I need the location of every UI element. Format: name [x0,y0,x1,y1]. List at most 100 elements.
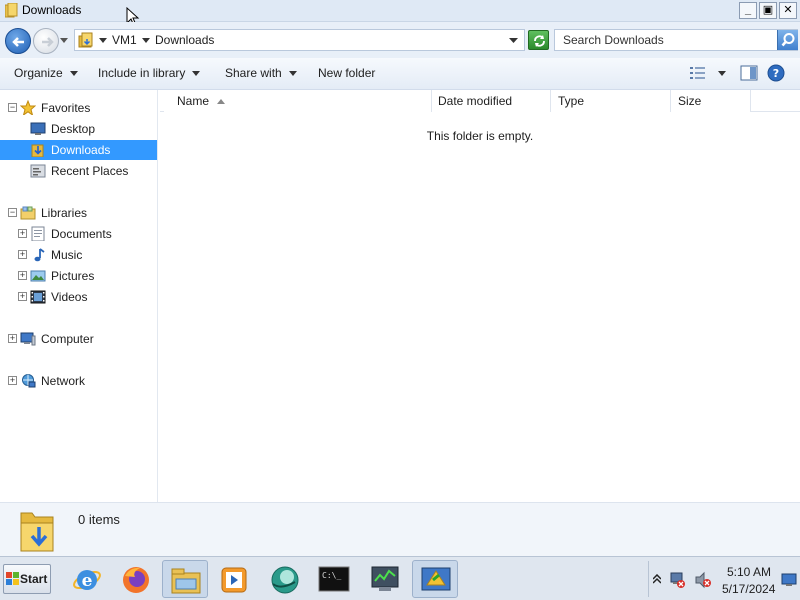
command-prompt-icon: C:\_ [318,566,350,592]
file-list-pane[interactable]: Name Date modified Type Size This folder… [160,90,800,502]
nav-desktop[interactable]: Desktop [0,119,158,139]
nav-network-label: Network [41,374,86,388]
taskbar-internet-explorer[interactable]: e [64,560,110,598]
view-options-chevron-icon[interactable] [718,71,726,77]
expand-icon[interactable]: + [8,334,17,343]
column-header-type[interactable]: Type [551,90,671,112]
address-field[interactable]: VM1 Downloads [74,29,525,51]
navigation-pane: − Favorites Desktop Downloads Recent Pla… [0,90,158,502]
nav-computer-label: Computer [41,332,94,346]
expand-icon[interactable]: + [18,229,27,238]
libraries-icon [20,206,36,220]
search-placeholder: Search Downloads [563,33,664,47]
item-count: 0 items [78,512,120,527]
refresh-icon [534,35,545,47]
taskbar-windows-explorer[interactable] [162,560,208,598]
search-icon [781,33,795,47]
taskbar: Start e C:\_ 5:10 AM 5/17/2024 [0,556,800,600]
expand-icon[interactable]: + [18,250,27,259]
windows-logo-icon [6,572,19,585]
collapse-icon[interactable]: − [8,208,17,217]
folder-icon [78,32,93,48]
refresh-button[interactable] [528,30,549,50]
forward-button[interactable] [33,28,59,54]
show-hidden-icons-icon[interactable] [653,574,661,584]
collapse-icon[interactable]: − [8,103,17,112]
network-disconnected-icon[interactable] [669,571,687,589]
nav-videos-label: Videos [51,290,88,304]
expand-icon[interactable]: + [18,271,27,280]
media-player-icon [221,567,247,593]
globe-app-icon [271,566,299,594]
taskbar-network-app[interactable] [262,560,308,598]
network-icon [22,374,36,388]
internet-explorer-icon: e [73,570,101,591]
minimize-button[interactable]: _ [739,2,757,19]
chevron-down-icon[interactable] [99,38,107,44]
share-with-button[interactable]: Share with [225,66,297,80]
clock-time[interactable]: 5:10 AM [727,565,771,579]
help-icon[interactable]: ? [767,64,785,82]
taskbar-control-panel[interactable] [412,560,458,598]
expand-icon[interactable]: + [8,376,17,385]
column-header-name[interactable]: Name [164,90,432,112]
window-title: Downloads [22,3,82,17]
recent-pages-chevron-icon[interactable] [60,38,68,44]
search-button[interactable] [777,30,798,50]
start-button[interactable]: Start [3,564,51,594]
volume-muted-icon[interactable] [694,571,712,589]
details-pane: 0 items [0,502,800,556]
nav-network[interactable]: + Network [0,371,158,391]
nav-downloads-label: Downloads [51,143,111,157]
new-folder-label: New folder [318,66,376,80]
clock-date[interactable]: 5/17/2024 [722,582,775,596]
chevron-down-icon [288,71,297,77]
firefox-icon [123,567,149,593]
address-history-chevron-icon[interactable] [509,38,518,44]
taskbar-firefox[interactable] [113,560,159,598]
title-bar[interactable]: Downloads _ ▣ ✕ [0,0,800,27]
nav-libraries[interactable]: − Libraries [0,203,158,223]
change-view-icon[interactable] [689,66,707,80]
maximize-button[interactable]: ▣ [759,2,777,19]
back-arrow-icon [12,37,24,47]
svg-text:?: ? [773,67,779,80]
computer-icon [20,332,36,346]
empty-folder-message: This folder is empty. [426,129,534,143]
expand-icon[interactable]: + [18,292,27,301]
taskbar-task-manager[interactable] [362,560,408,598]
column-header-size[interactable]: Size [671,90,751,112]
nav-pictures[interactable]: + Pictures [0,266,158,286]
nav-music[interactable]: + Music [0,245,158,265]
taskbar-media-player[interactable] [211,560,257,598]
breadcrumb-chevron-icon[interactable] [142,38,150,44]
breadcrumb-vm1[interactable]: VM1 [112,33,137,47]
nav-computer[interactable]: + Computer [0,329,158,349]
include-in-library-button[interactable]: Include in library [98,66,201,80]
back-button[interactable] [5,28,31,54]
preview-pane-icon[interactable] [740,65,758,81]
downloads-folder-icon [31,144,44,157]
close-button[interactable]: ✕ [779,2,797,19]
column-header-date-modified[interactable]: Date modified [432,90,551,112]
breadcrumb-downloads[interactable]: Downloads [155,33,214,47]
chevron-down-icon [192,71,201,77]
nav-downloads[interactable]: Downloads [0,140,157,160]
videos-icon [30,290,46,304]
nav-favorites-label: Favorites [41,101,91,115]
nav-recent-places[interactable]: Recent Places [0,161,158,181]
share-with-label: Share with [225,66,282,80]
control-panel-icon [421,567,451,591]
column-type-label: Type [558,94,585,108]
nav-favorites[interactable]: − Favorites [0,98,158,118]
nav-documents[interactable]: + Documents [0,224,158,244]
organize-button[interactable]: Organize [14,66,78,80]
nav-desktop-label: Desktop [51,122,96,136]
folder-icon [5,3,18,18]
column-header-row: Name Date modified Type Size [160,90,800,112]
taskbar-command-prompt[interactable]: C:\_ [311,560,357,598]
search-input[interactable]: Search Downloads [554,29,798,51]
nav-videos[interactable]: + Videos [0,287,158,307]
show-desktop-icon[interactable] [781,573,797,587]
new-folder-button[interactable]: New folder [318,66,375,80]
